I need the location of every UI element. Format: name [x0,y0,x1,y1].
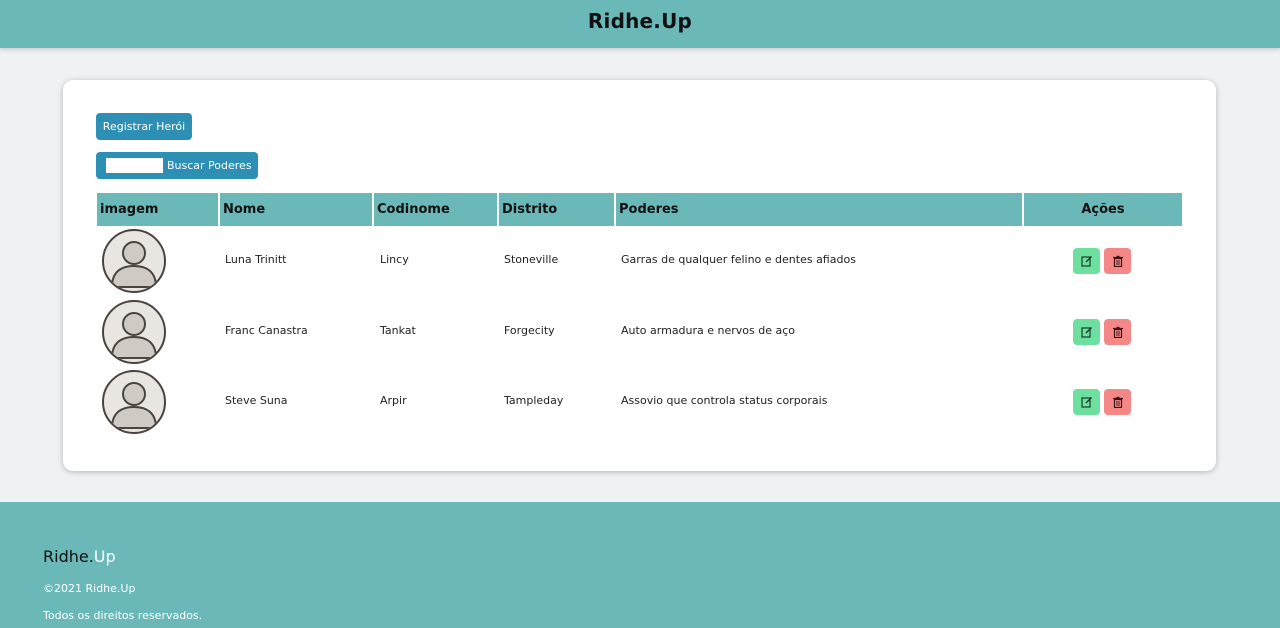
register-hero-button[interactable]: Registrar Herói [96,113,192,140]
footer-brand-part1: Ridhe. [43,547,94,566]
edit-button[interactable] [1073,389,1100,415]
edit-icon [1080,396,1093,408]
cell-poderes: Assovio que controla status corporais [621,394,828,407]
trash-icon [1112,326,1124,338]
col-header-poderes: Poderes [616,193,1022,226]
delete-button[interactable] [1104,248,1131,274]
delete-button[interactable] [1104,319,1131,345]
cell-codinome: Lincy [380,253,409,266]
user-avatar-icon [102,229,166,293]
cell-nome: Franc Canastra [225,324,308,337]
cell-nome: Luna Trinitt [225,253,287,266]
cell-codinome: Tankat [380,324,416,337]
cell-distrito: Tampleday [504,394,564,407]
cell-nome: Steve Suna [225,394,288,407]
edit-button[interactable] [1073,319,1100,345]
col-header-codinome: Codinome [374,193,497,226]
trash-icon [1112,255,1124,267]
search-powers-button[interactable]: Buscar Poderes [167,159,252,172]
cell-poderes: Auto armadura e nervos de aço [621,324,796,337]
footer-brand-part2: Up [93,547,116,566]
col-header-nome: Nome [220,193,372,226]
edit-button[interactable] [1073,248,1100,274]
search-input[interactable] [106,158,163,173]
footer: Ridhe.Up ©2021 Ridhe.Up Todos os direito… [0,502,1280,628]
cell-distrito: Stoneville [504,253,559,266]
delete-button[interactable] [1104,389,1131,415]
footer-copyright: ©2021 Ridhe.Up [43,582,136,595]
search-powers-group: Buscar Poderes [96,152,258,179]
edit-icon [1080,326,1093,338]
heroes-card: Registrar Herói Buscar Poderes imagem No… [63,80,1216,471]
footer-brand: Ridhe.Up [43,547,116,566]
user-avatar-icon [102,370,166,434]
cell-codinome: Arpir [380,394,407,407]
footer-rights: Todos os direitos reservados. [43,609,203,622]
app-title: Ridhe.Up [587,9,693,33]
top-header: Ridhe.Up [0,0,1280,48]
col-header-imagem: imagem [97,193,218,226]
cell-poderes: Garras de qualquer felino e dentes afiad… [621,253,856,266]
edit-icon [1080,255,1093,267]
cell-distrito: Forgecity [504,324,555,337]
trash-icon [1112,396,1124,408]
col-header-acoes: Ações [1024,193,1182,226]
user-avatar-icon [102,300,166,364]
col-header-distrito: Distrito [499,193,614,226]
